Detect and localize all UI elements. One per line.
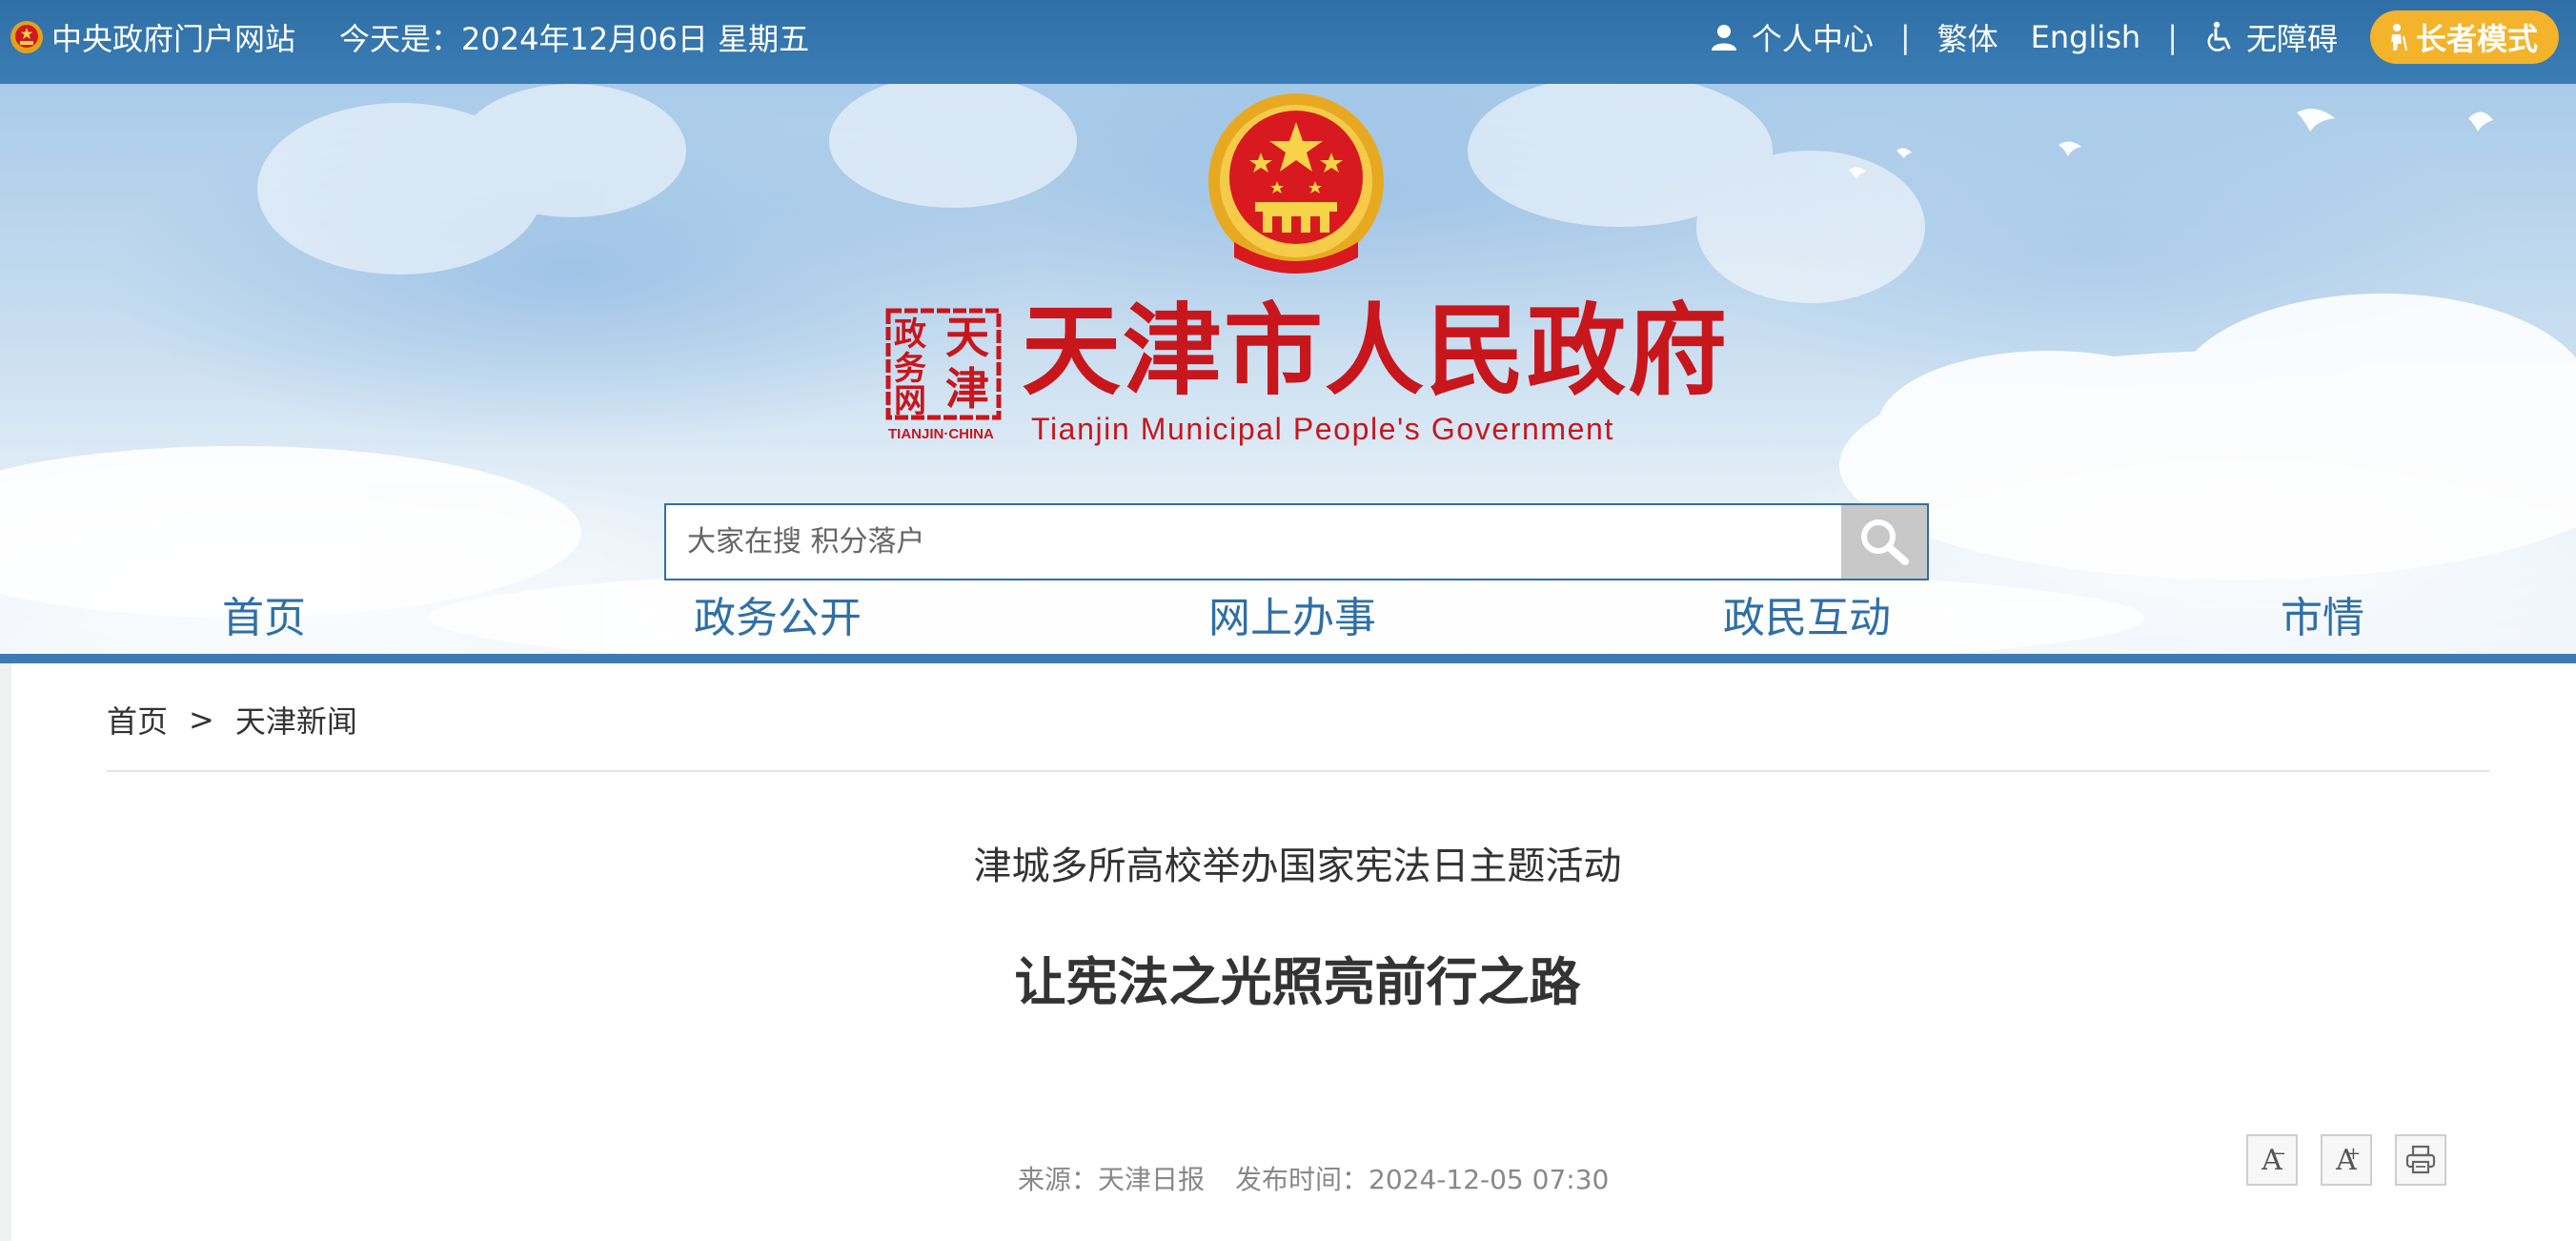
site-title: 天津市人民政府 xyxy=(1022,292,1730,409)
seal-char: 网 xyxy=(894,382,926,420)
search-input[interactable] xyxy=(666,505,1841,579)
breadcrumb-home[interactable]: 首页 xyxy=(107,698,168,742)
traditional-chinese-link[interactable]: 繁体 xyxy=(1937,15,1998,59)
font-increase-button[interactable]: A + xyxy=(2321,1134,2372,1186)
seal-caption: TIANJIN·CHINA xyxy=(888,426,994,442)
elder-mode-label: 长者模式 xyxy=(2415,21,2538,57)
elder-person-icon xyxy=(2390,24,2408,51)
nav-item-interaction[interactable]: 政民互动 xyxy=(1723,583,1891,644)
dove-birds xyxy=(1849,109,2493,179)
central-gov-link[interactable]: 中央政府门户网站 xyxy=(51,15,295,59)
nav-underline xyxy=(0,654,2576,663)
top-bar: 中央政府门户网站 今天是：2024年12月06日 星期五 个人中心 | 繁体 E… xyxy=(0,0,2576,84)
main-nav: 首页 政务公开 网上办事 政民互动 市情 xyxy=(0,572,2576,658)
national-emblem-logo xyxy=(1208,93,1384,274)
seal-char: 津 xyxy=(945,363,989,415)
english-link[interactable]: English xyxy=(2031,19,2141,55)
nav-item-home[interactable]: 首页 xyxy=(222,583,306,644)
site-title-english: Tianjin Municipal People's Government xyxy=(1031,412,1614,446)
divider xyxy=(107,770,2489,772)
current-date: 今天是：2024年12月06日 星期五 xyxy=(339,21,810,57)
wheelchair-icon xyxy=(2207,21,2231,51)
article-tools: A − A + xyxy=(2246,1134,2469,1186)
article-meta: 来源：天津日报 发布时间：2024-12-05 07:30 xyxy=(1018,1159,1609,1197)
article-source: 来源：天津日报 xyxy=(1018,1164,1206,1195)
font-decrease-button[interactable]: A − xyxy=(2246,1134,2298,1186)
divider: | xyxy=(1899,19,1911,55)
tianjin-seal-logo: 天 津 政 务 网 TIANJIN·CHINA xyxy=(885,308,1002,442)
breadcrumb-current[interactable]: 天津新闻 xyxy=(235,698,357,742)
minus-mark: − xyxy=(2271,1144,2286,1164)
breadcrumb: 首页 > 天津新闻 xyxy=(107,698,357,742)
article-title: 让宪法之光照亮前行之路 xyxy=(1014,952,1581,1012)
print-button[interactable] xyxy=(2395,1134,2446,1186)
article-subtitle: 津城多所高校举办国家宪法日主题活动 xyxy=(973,844,1622,888)
divider: | xyxy=(2167,19,2178,55)
accessibility-label: 无障碍 xyxy=(2245,21,2338,57)
nav-item-city-info[interactable]: 市情 xyxy=(2281,583,2364,644)
search-icon xyxy=(1861,519,1909,565)
national-emblem-icon xyxy=(10,21,43,53)
article-content: 首页 > 天津新闻 津城多所高校举办国家宪法日主题活动 让宪法之光照亮前行之路 … xyxy=(0,663,2576,1241)
search-button[interactable] xyxy=(1841,505,1927,579)
seal-char: 政 xyxy=(894,315,926,354)
personal-center-label: 个人中心 xyxy=(1751,21,1874,57)
seal-char: 天 xyxy=(945,312,989,363)
user-icon xyxy=(1711,25,1736,51)
breadcrumb-separator: > xyxy=(189,702,214,738)
printer-icon xyxy=(2405,1145,2436,1174)
accessibility-link[interactable]: 无障碍 xyxy=(2204,15,2338,59)
nav-item-online-services[interactable]: 网上办事 xyxy=(1208,583,1376,644)
top-bar-left: 中央政府门户网站 今天是：2024年12月06日 星期五 xyxy=(10,0,809,74)
search-box xyxy=(664,503,1929,580)
elder-mode-button[interactable]: 长者模式 xyxy=(2369,10,2559,64)
article-publish-time: 发布时间：2024-12-05 07:30 xyxy=(1235,1164,1610,1195)
personal-center-link[interactable]: 个人中心 xyxy=(1710,15,1874,59)
nav-item-gov-affairs[interactable]: 政务公开 xyxy=(694,583,862,644)
top-bar-right: 个人中心 | 繁体 English | 无障碍 长者模式 xyxy=(1710,0,2559,74)
plus-mark: + xyxy=(2345,1144,2361,1164)
